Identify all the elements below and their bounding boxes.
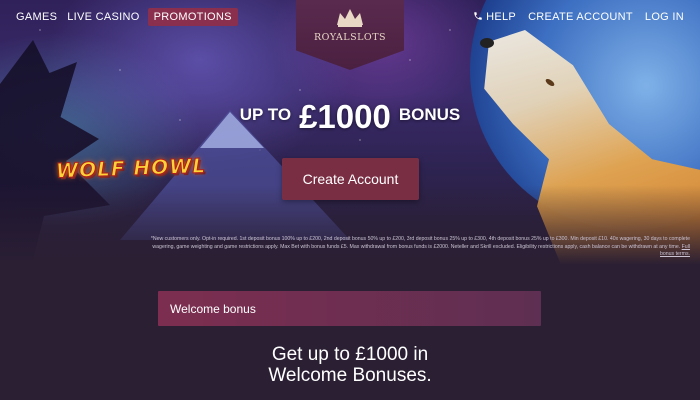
nav-live-casino-link[interactable]: LIVE CASINO	[65, 8, 141, 26]
main-nav: GAMES LIVE CASINO PROMOTIONS	[14, 8, 238, 26]
nav-promotions-link[interactable]: PROMOTIONS	[147, 8, 238, 26]
headline-suffix: BONUS	[398, 105, 461, 124]
welcome-heading-line1: Get up to £1000 in	[271, 344, 429, 365]
welcome-bonus-label: Welcome bonus	[170, 301, 256, 316]
headline-amount: £1000	[299, 98, 391, 135]
wolf-howl-game-logo[interactable]: WOLF HOWL	[45, 149, 216, 187]
wolf-nose	[480, 38, 494, 48]
bonus-terms: *New customers only. Opt-in required. 1s…	[140, 236, 690, 259]
help-label: HELP	[486, 11, 517, 23]
login-link[interactable]: LOG IN	[643, 8, 686, 26]
welcome-bonus-accordion[interactable]: Welcome bonus	[158, 291, 541, 326]
create-account-button[interactable]: Create Account	[282, 158, 419, 200]
terms-text: *New customers only. Opt-in required. 1s…	[150, 236, 690, 250]
account-nav: HELP CREATE ACCOUNT LOG IN	[471, 8, 686, 26]
bonus-headline: UP TO £1000 BONUS	[230, 98, 470, 136]
phone-icon	[474, 12, 482, 20]
help-link[interactable]: HELP	[471, 8, 518, 26]
nav-games-link[interactable]: GAMES	[14, 8, 59, 26]
logo-text: ROYALSLOTS	[313, 32, 387, 43]
welcome-heading-line2: Welcome Bonuses.	[268, 365, 432, 386]
crown-icon	[337, 9, 363, 27]
game-logo-text: WOLF HOWL	[55, 153, 207, 183]
create-account-link[interactable]: CREATE ACCOUNT	[526, 8, 635, 26]
headline-prefix: UP TO	[239, 105, 292, 124]
welcome-heading: Get up to £1000 in Welcome Bonuses.	[200, 344, 500, 386]
